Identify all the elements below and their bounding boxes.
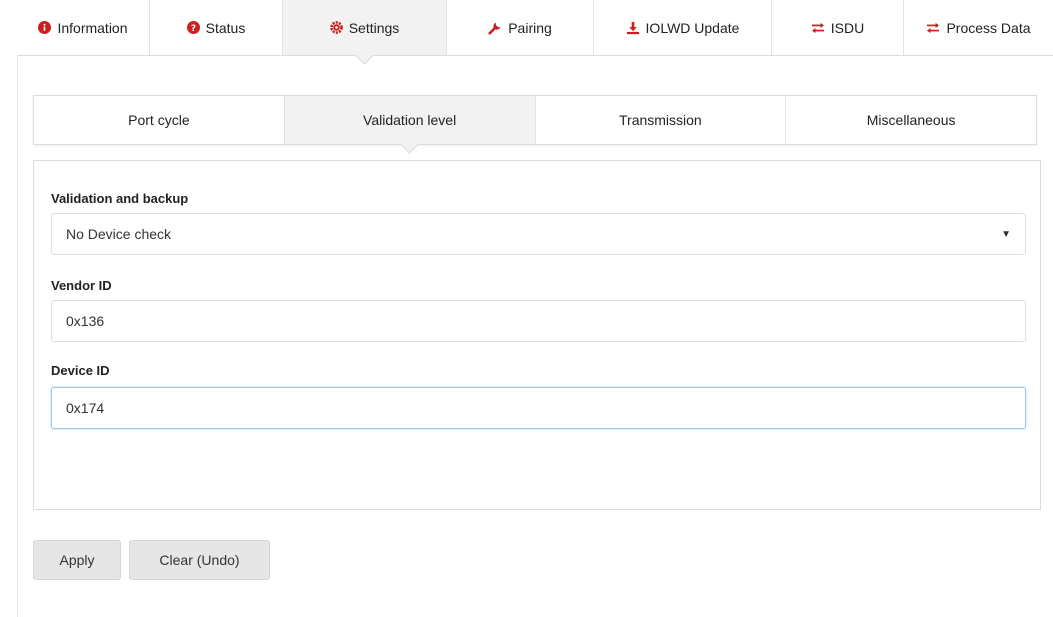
tab-iolwd-update[interactable]: IOLWD Update (594, 0, 772, 55)
content-left-border (17, 0, 18, 617)
tab-settings[interactable]: Settings (283, 0, 447, 55)
tab-pairing[interactable]: Pairing (447, 0, 594, 55)
tab-iolwd-update-label: IOLWD Update (645, 19, 740, 36)
tab-information-label: Information (57, 19, 128, 36)
wrench-icon (488, 21, 502, 35)
subtab-port-cycle-label: Port cycle (128, 112, 190, 128)
subtab-transmission-label: Transmission (619, 112, 702, 128)
device-id-input[interactable] (51, 387, 1026, 429)
validation-backup-label: Validation and backup (51, 191, 189, 206)
vendor-id-input[interactable] (51, 300, 1026, 342)
settings-sub-tab-bar: Port cycle Validation level Transmission… (33, 95, 1037, 145)
tab-status[interactable]: ? Status (150, 0, 283, 55)
caret-down-icon: ▼ (1001, 228, 1011, 240)
validation-backup-select[interactable]: No Device check ▼ (51, 213, 1026, 255)
question-circle-icon: ? (186, 21, 200, 34)
subtab-miscellaneous[interactable]: Miscellaneous (786, 96, 1036, 144)
info-circle-icon (38, 21, 52, 34)
exchange-icon (811, 22, 825, 34)
subtab-port-cycle[interactable]: Port cycle (34, 96, 285, 144)
tab-isdu-label: ISDU (830, 19, 865, 36)
validation-form-panel: Validation and backup No Device check ▼ … (33, 160, 1041, 510)
tab-information[interactable]: Information (17, 0, 150, 55)
tab-settings-label: Settings (348, 19, 400, 36)
subtab-validation-level[interactable]: Validation level (284, 96, 536, 144)
tab-process-data-label: Process Data (946, 19, 1031, 36)
tab-process-data[interactable]: Process Data (904, 0, 1053, 55)
validation-backup-value: No Device check (66, 226, 172, 242)
apply-button[interactable]: Apply (33, 540, 121, 580)
tab-isdu[interactable]: ISDU (772, 0, 904, 55)
subtab-validation-level-label: Validation level (363, 112, 457, 128)
tab-pairing-label: Pairing (508, 19, 552, 36)
subtab-transmission[interactable]: Transmission (535, 96, 787, 144)
exchange-icon (926, 22, 940, 34)
top-tab-bar: Information ? Status Settings Pairing IO… (17, 0, 1053, 56)
gear-icon (329, 21, 343, 34)
download-icon (626, 21, 640, 35)
svg-text:?: ? (191, 24, 196, 34)
vendor-id-label: Vendor ID (51, 278, 112, 293)
clear-undo-button[interactable]: Clear (Undo) (129, 540, 270, 580)
device-id-label: Device ID (51, 363, 110, 378)
tab-status-label: Status (205, 19, 246, 36)
subtab-miscellaneous-label: Miscellaneous (866, 112, 956, 128)
